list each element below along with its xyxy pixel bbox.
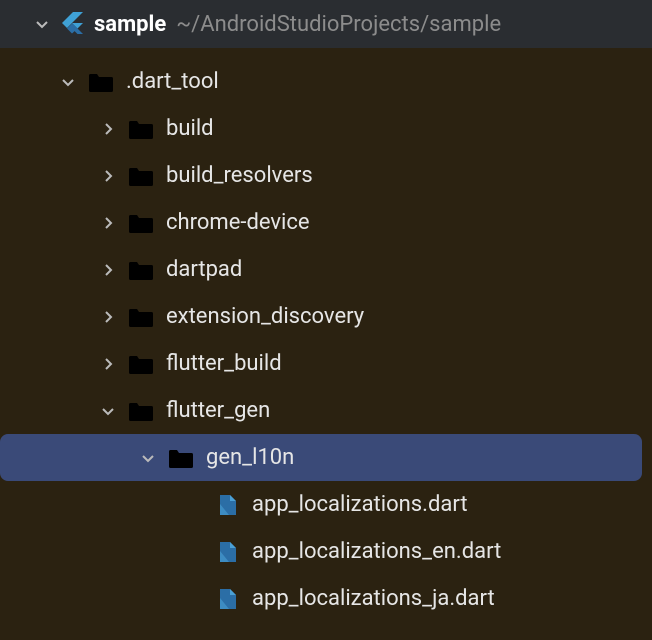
dart-file-icon	[216, 587, 240, 611]
chevron-right-icon[interactable]	[100, 356, 116, 372]
dart-file-icon	[216, 540, 240, 564]
tree-file-app-localizations[interactable]: app_localizations.dart	[0, 481, 642, 528]
project-header[interactable]: sample ~/AndroidStudioProjects/sample	[0, 0, 652, 48]
folder-icon	[128, 400, 154, 422]
folder-icon	[128, 212, 154, 234]
tree-folder-dart-tool[interactable]: .dart_tool	[0, 58, 642, 105]
folder-icon	[128, 165, 154, 187]
tree-folder-extension-discovery[interactable]: extension_discovery	[0, 293, 642, 340]
tree-item-label: flutter_gen	[166, 398, 270, 423]
tree-folder-gen-l10n[interactable]: gen_l10n	[0, 434, 642, 481]
tree-item-label: app_localizations.dart	[252, 492, 468, 517]
project-tree: .dart_tool build build_resolvers chrome-…	[0, 48, 652, 632]
folder-icon	[128, 353, 154, 375]
tree-item-label: .dart_tool	[126, 69, 219, 94]
chevron-right-icon[interactable]	[100, 168, 116, 184]
tree-folder-flutter-build[interactable]: flutter_build	[0, 340, 642, 387]
dart-file-icon	[216, 493, 240, 517]
chevron-right-icon[interactable]	[100, 215, 116, 231]
folder-icon	[128, 259, 154, 281]
tree-file-app-localizations-ja[interactable]: app_localizations_ja.dart	[0, 575, 642, 622]
tree-item-label: build_resolvers	[166, 163, 313, 188]
chevron-down-icon[interactable]	[100, 403, 116, 419]
chevron-right-icon[interactable]	[100, 309, 116, 325]
chevron-down-icon[interactable]	[140, 450, 156, 466]
folder-icon	[88, 71, 114, 93]
tree-item-label: app_localizations_en.dart	[252, 539, 501, 564]
tree-item-label: extension_discovery	[166, 304, 364, 329]
project-path: ~/AndroidStudioProjects/sample	[176, 12, 501, 37]
tree-item-label: chrome-device	[166, 210, 310, 235]
folder-icon	[168, 447, 194, 469]
tree-folder-dartpad[interactable]: dartpad	[0, 246, 642, 293]
project-name: sample	[94, 12, 166, 37]
folder-icon	[128, 118, 154, 140]
tree-folder-flutter-gen[interactable]: flutter_gen	[0, 387, 642, 434]
chevron-down-icon[interactable]	[34, 16, 50, 32]
flutter-icon	[60, 12, 84, 36]
chevron-right-icon[interactable]	[100, 121, 116, 137]
tree-folder-chrome-device[interactable]: chrome-device	[0, 199, 642, 246]
tree-file-app-localizations-en[interactable]: app_localizations_en.dart	[0, 528, 642, 575]
tree-item-label: gen_l10n	[206, 445, 294, 470]
tree-item-label: flutter_build	[166, 351, 282, 376]
chevron-down-icon[interactable]	[60, 74, 76, 90]
tree-folder-build-resolvers[interactable]: build_resolvers	[0, 152, 642, 199]
tree-item-label: dartpad	[166, 257, 242, 282]
tree-item-label: build	[166, 116, 214, 141]
folder-icon	[128, 306, 154, 328]
tree-folder-build[interactable]: build	[0, 105, 642, 152]
tree-item-label: app_localizations_ja.dart	[252, 586, 495, 611]
chevron-right-icon[interactable]	[100, 262, 116, 278]
